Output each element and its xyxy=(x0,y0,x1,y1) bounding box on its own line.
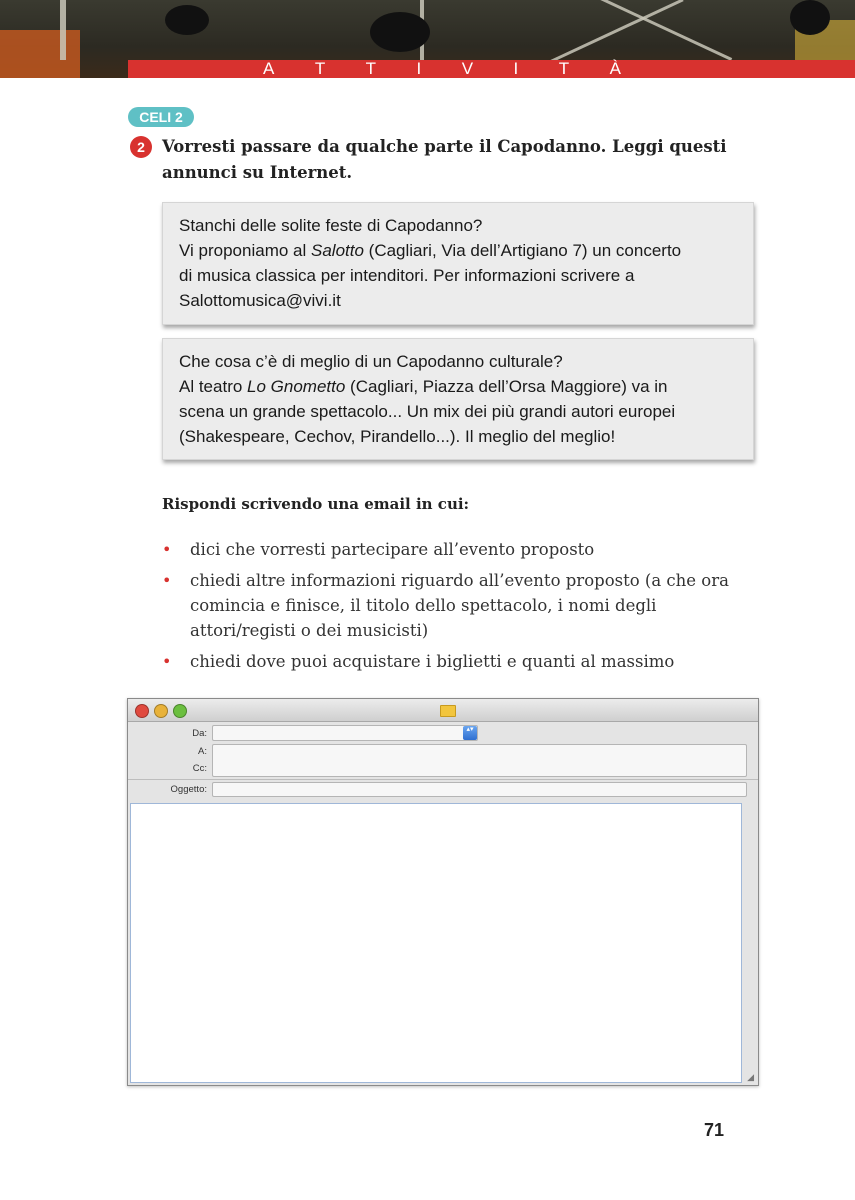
ad-line: scena un grande spettacolo... Un mix dei… xyxy=(179,402,676,421)
envelope-icon xyxy=(440,705,456,717)
divider xyxy=(128,779,758,780)
page-number: 71 xyxy=(704,1120,725,1140)
ad-line: Vi proponiamo al Salotto (Cagliari, Via … xyxy=(179,241,682,260)
ad-gnometto: Che cosa c’è di meglio di un Capodanno c… xyxy=(162,338,754,460)
celi-level-badge: CELI 2 xyxy=(128,107,194,127)
ad-line: Salottomusica@vivi.it xyxy=(179,291,341,310)
list-item: • chiedi altre informazioni riguardo all’… xyxy=(162,568,742,643)
subject-label: Oggetto: xyxy=(170,784,207,795)
from-select[interactable]: ▴▾ xyxy=(212,725,478,741)
bullet-icon: • xyxy=(162,571,172,590)
bullet-icon: • xyxy=(162,540,172,559)
stage-lamp-icon xyxy=(790,0,830,35)
cc-label: Cc: xyxy=(192,763,207,774)
from-label: Da: xyxy=(192,728,207,739)
message-body[interactable] xyxy=(130,803,742,1083)
task-list: • dici che vorresti partecipare all’event… xyxy=(162,537,742,680)
minimize-button[interactable] xyxy=(154,704,168,718)
recipients-field[interactable] xyxy=(212,744,747,777)
stage-lamp-icon xyxy=(370,12,430,52)
exercise-instruction: Vorresti passare da qualche parte il Cap… xyxy=(162,137,727,182)
select-arrows-icon[interactable]: ▴▾ xyxy=(463,726,477,740)
ad-line: Stanchi delle solite feste di Capodanno? xyxy=(179,216,483,235)
stage-lamp-icon xyxy=(165,5,209,35)
window-titlebar xyxy=(128,699,758,722)
section-title: A T T I V I T À xyxy=(263,59,623,78)
subject-field[interactable] xyxy=(212,782,747,797)
ad-line: di musica classica per intenditori. Per … xyxy=(179,266,635,285)
list-item: • dici che vorresti partecipare all’event… xyxy=(162,537,742,562)
ad-line: Che cosa c’è di meglio di un Capodanno c… xyxy=(179,352,563,371)
to-label: A: xyxy=(198,746,207,757)
bullet-icon: • xyxy=(162,652,172,671)
close-button[interactable] xyxy=(135,704,149,718)
ad-salotto: Stanchi delle solite feste di Capodanno?… xyxy=(162,202,754,325)
zoom-button[interactable] xyxy=(173,704,187,718)
resize-grip-icon[interactable]: ◢ xyxy=(747,1072,754,1083)
section-title-bar: A T T I V I T À xyxy=(128,59,855,78)
task-heading: Rispondi scrivendo una email in cui: xyxy=(162,495,470,513)
ad-line: (Shakespeare, Cechov, Pirandello...). Il… xyxy=(179,427,616,446)
header-banner: A T T I V I T À xyxy=(0,0,855,78)
exercise-number: 2 xyxy=(130,136,152,158)
email-compose-window: Da: ▴▾ A: Cc: Oggetto: ◢ xyxy=(127,698,759,1086)
ad-line: Al teatro Lo Gnometto (Cagliari, Piazza … xyxy=(179,377,668,396)
list-item: • chiedi dove puoi acquistare i biglietti… xyxy=(162,649,742,674)
